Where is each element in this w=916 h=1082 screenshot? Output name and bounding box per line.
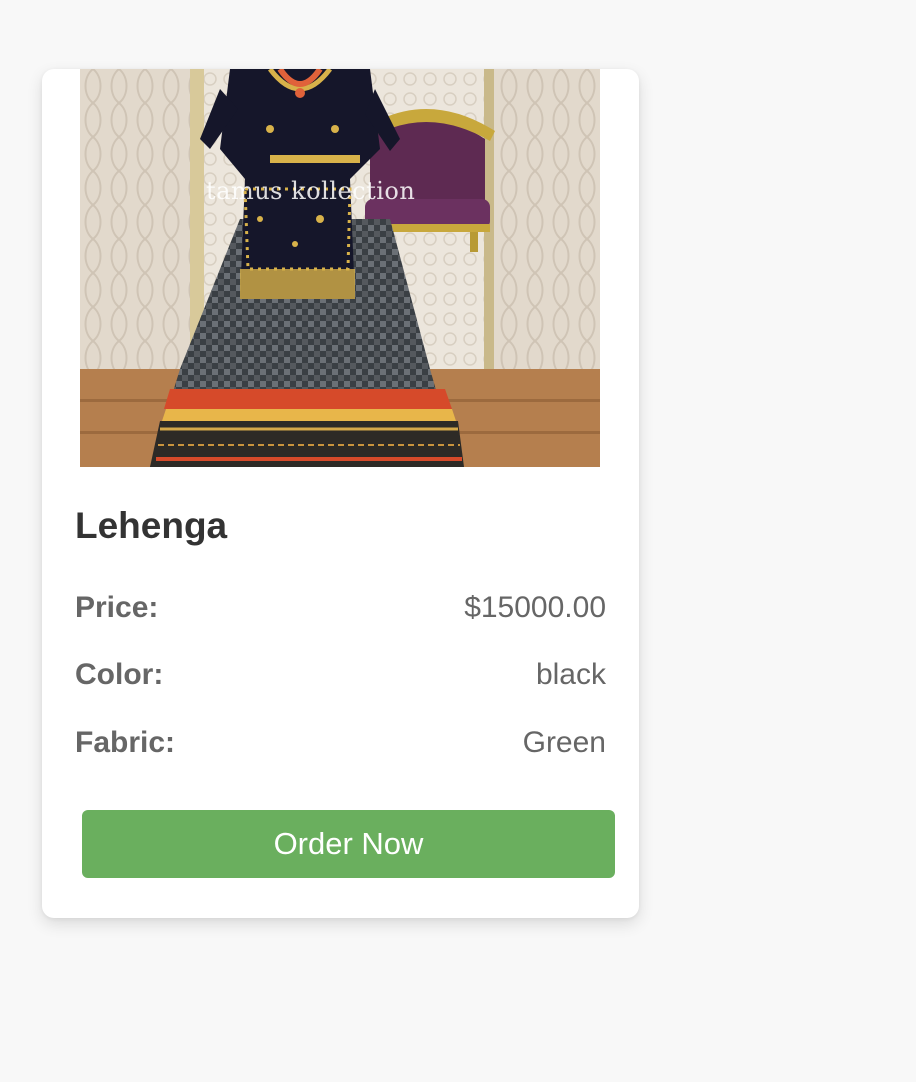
price-row: Price: $15000.00	[75, 593, 606, 623]
color-label: Color:	[75, 658, 164, 691]
price-label: Price:	[75, 591, 159, 624]
fabric-value: Green	[522, 726, 606, 759]
color-row: Color: black	[75, 660, 606, 690]
image-watermark: tamus kollection	[206, 177, 416, 205]
fabric-row: Fabric: Green	[75, 728, 606, 758]
product-title: Lehenga	[75, 505, 228, 546]
product-card: tamus kollection Lehenga Price: $15000.0…	[42, 69, 639, 918]
product-image: tamus kollection	[80, 69, 600, 467]
lehenga-photo	[80, 69, 600, 467]
color-value: black	[535, 658, 606, 691]
fabric-label: Fabric:	[75, 726, 176, 759]
order-now-button[interactable]: Order Now	[82, 810, 615, 878]
price-value: $15000.00	[464, 591, 606, 624]
